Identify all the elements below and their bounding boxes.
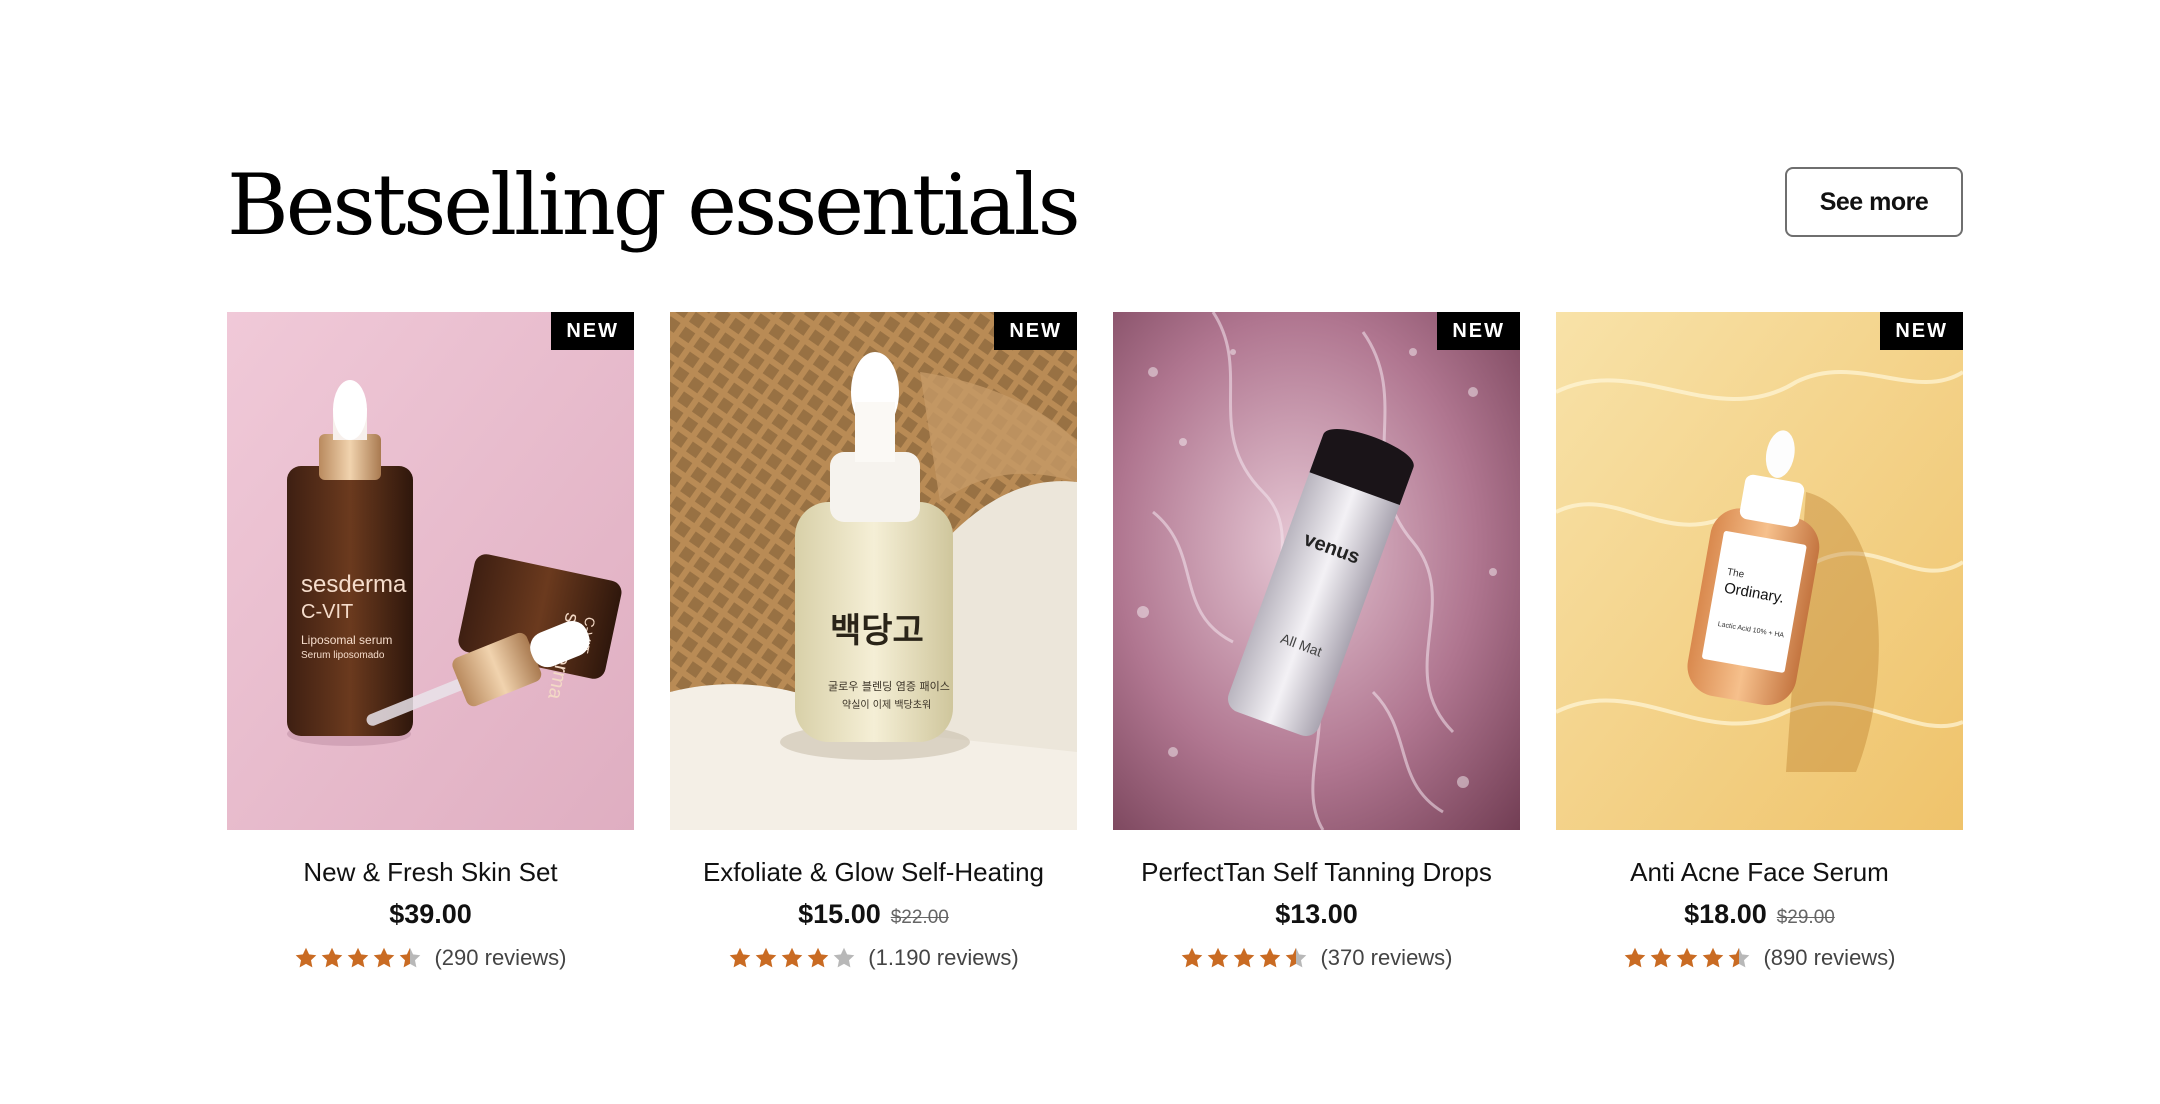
star-rating — [1180, 946, 1308, 970]
product-price: $13.00 — [1275, 899, 1358, 929]
product-image[interactable]: 백당고 굴로우 블렌딩 염증 패이스 약실이 이제 백당초워 NEW — [670, 312, 1077, 830]
product-name[interactable]: Exfoliate & Glow Self-Heating — [670, 854, 1077, 890]
star-rating — [1623, 946, 1751, 970]
star-half-icon — [1729, 947, 1750, 968]
star-filled-icon — [1677, 947, 1698, 968]
original-price: $29.00 — [1776, 907, 1835, 928]
star-filled-icon — [1260, 947, 1281, 968]
star-half-icon — [400, 947, 421, 968]
section-header: Bestselling essentials See more — [227, 150, 1963, 260]
review-count[interactable]: (1.190 reviews) — [868, 943, 1018, 973]
new-badge: NEW — [1437, 312, 1520, 350]
star-filled-icon — [374, 947, 395, 968]
review-count[interactable]: (890 reviews) — [1763, 943, 1895, 973]
star-half-icon — [1286, 947, 1307, 968]
review-count[interactable]: (290 reviews) — [434, 943, 566, 973]
product-card[interactable]: sesderma C-VIT sesderma C-VIT Liposomal … — [227, 312, 634, 973]
product-card[interactable]: The Ordinary. Lactic Acid 10% + HA NEW A… — [1556, 312, 1963, 973]
star-filled-icon — [1703, 947, 1724, 968]
new-badge: NEW — [1880, 312, 1963, 350]
sub-text-2: Serum liposomado — [301, 650, 385, 661]
star-filled-icon — [781, 947, 803, 968]
price-row: $39.00 — [227, 896, 634, 937]
product-name[interactable]: Anti Acne Face Serum — [1556, 854, 1963, 890]
original-price: $22.00 — [890, 907, 949, 928]
sub-text-1: Liposomal serum — [301, 633, 392, 647]
rating-row: (370 reviews) — [1113, 943, 1520, 973]
star-filled-icon — [755, 947, 777, 968]
sub-text-2: 약실이 이제 백당초워 — [842, 698, 931, 711]
star-filled-icon — [348, 947, 369, 968]
star-filled-icon — [807, 947, 829, 968]
star-filled-icon — [729, 947, 751, 968]
section-title: Bestselling essentials — [227, 156, 1081, 254]
star-filled-icon — [322, 947, 343, 968]
product-price: $18.00 — [1684, 899, 1767, 929]
new-badge: NEW — [994, 312, 1077, 350]
brand-text: sesderma — [301, 571, 407, 598]
price-row: $15.00 $22.00 — [670, 896, 1077, 937]
new-badge: NEW — [551, 312, 634, 350]
star-filled-icon — [1182, 947, 1203, 968]
star-empty-icon — [833, 947, 855, 968]
star-filled-icon — [296, 947, 317, 968]
product-image[interactable]: The Ordinary. Lactic Acid 10% + HA NEW — [1556, 312, 1963, 830]
line-text: C-VIT — [301, 601, 353, 623]
acne-serum-illustration: The Ordinary. Lactic Acid 10% + HA — [1556, 312, 1963, 830]
star-rating — [728, 946, 856, 970]
brand-text: 백당고 — [830, 611, 924, 651]
tanning-drops-illustration: venus All Mat — [1113, 312, 1520, 830]
star-filled-icon — [1625, 947, 1646, 968]
product-image[interactable]: venus All Mat NEW — [1113, 312, 1520, 830]
star-filled-icon — [1208, 947, 1229, 968]
sub-text-1: 굴로우 블렌딩 염증 패이스 — [828, 680, 950, 693]
review-count[interactable]: (370 reviews) — [1320, 943, 1452, 973]
product-name[interactable]: New & Fresh Skin Set — [227, 854, 634, 890]
price-row: $13.00 — [1113, 896, 1520, 937]
star-filled-icon — [1651, 947, 1672, 968]
product-image[interactable]: sesderma C-VIT sesderma C-VIT Liposomal … — [227, 312, 634, 830]
product-card[interactable]: venus All Mat NEW PerfectTan Self Tannin… — [1113, 312, 1520, 973]
serum-bottles-illustration: sesderma C-VIT sesderma C-VIT Liposomal … — [227, 312, 634, 830]
star-rating — [294, 946, 422, 970]
bestselling-section: Bestselling essentials See more sesderma… — [227, 0, 1963, 1104]
see-more-button[interactable]: See more — [1785, 167, 1963, 237]
product-price: $39.00 — [389, 899, 472, 929]
rating-row: (1.190 reviews) — [670, 943, 1077, 973]
product-name[interactable]: PerfectTan Self Tanning Drops — [1113, 854, 1520, 890]
product-price: $15.00 — [798, 899, 881, 929]
product-card[interactable]: 백당고 굴로우 블렌딩 염증 패이스 약실이 이제 백당초워 NEW Exfol… — [670, 312, 1077, 973]
price-row: $18.00 $29.00 — [1556, 896, 1963, 937]
serum-jar-illustration: 백당고 굴로우 블렌딩 염증 패이스 약실이 이제 백당초워 — [670, 312, 1077, 830]
star-filled-icon — [1234, 947, 1255, 968]
rating-row: (890 reviews) — [1556, 943, 1963, 973]
product-grid: sesderma C-VIT sesderma C-VIT Liposomal … — [227, 312, 1963, 973]
rating-row: (290 reviews) — [227, 943, 634, 973]
